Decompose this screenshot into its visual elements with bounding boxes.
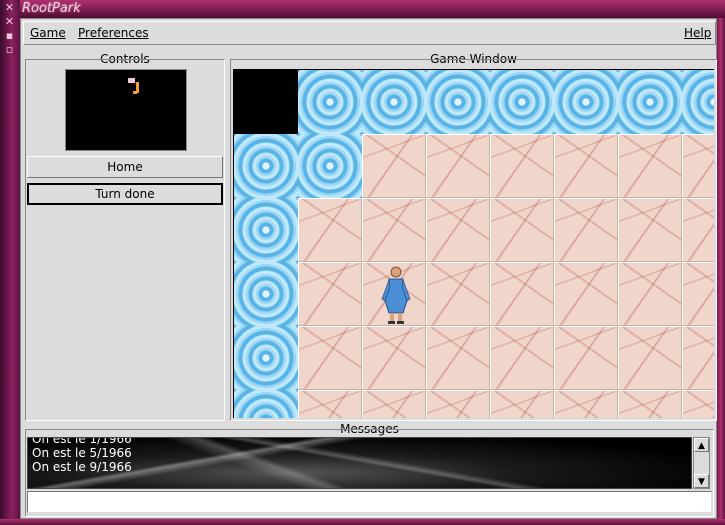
floor-tile[interactable] [618,262,682,326]
floor-tile[interactable] [362,390,426,418]
floor-tile[interactable] [490,390,554,418]
floor-tile[interactable] [426,198,490,262]
turn-done-button[interactable]: Turn done [27,183,223,205]
floor-tile[interactable] [298,198,362,262]
floor-tile[interactable] [682,198,714,262]
character-sprite[interactable] [379,265,413,325]
minimap[interactable] [65,69,187,151]
home-button[interactable]: Home [27,156,223,178]
maximize-icon[interactable]: ✕ [3,16,16,28]
close-icon[interactable]: ✕ [3,2,16,14]
water-tile[interactable] [234,326,298,390]
menu-bar: Game Preferences Help [23,21,716,45]
title-bar[interactable]: RootPark [0,0,725,18]
floor-tile[interactable] [682,262,714,326]
floor-tile[interactable] [618,198,682,262]
void-tile[interactable] [234,70,298,134]
water-tile[interactable] [682,70,714,134]
floor-tile[interactable] [490,326,554,390]
floor-tile[interactable] [682,134,714,198]
floor-tile[interactable] [426,134,490,198]
floor-tile[interactable] [618,326,682,390]
menu-game[interactable]: Game [30,26,66,40]
floor-tile[interactable] [298,326,362,390]
floor-tile[interactable] [426,390,490,418]
floor-tile[interactable] [362,198,426,262]
water-tile[interactable] [234,198,298,262]
window-frame-right [717,18,725,525]
floor-tile[interactable] [554,198,618,262]
window-title: RootPark [22,1,81,16]
water-tile[interactable] [234,262,298,326]
messages-log[interactable]: On est le 1/1966 On est le 5/1966 On est… [27,437,692,489]
scroll-down-icon[interactable]: ▼ [694,474,709,488]
command-input[interactable] [27,491,712,513]
floor-tile[interactable] [362,134,426,198]
floor-tile[interactable] [682,390,714,418]
floor-tile[interactable] [490,198,554,262]
menu-help[interactable]: Help [684,26,711,40]
floor-tile[interactable] [426,326,490,390]
floor-tile[interactable] [554,134,618,198]
minimap-path-end [133,91,137,94]
window-frame-left [0,0,20,525]
water-tile[interactable] [426,70,490,134]
floor-tile[interactable] [682,326,714,390]
water-tile[interactable] [298,70,362,134]
floor-tile[interactable] [554,326,618,390]
floor-tile[interactable] [362,326,426,390]
floor-tile[interactable] [618,390,682,418]
menu-icon[interactable]: ▫ [3,44,16,56]
floor-tile[interactable] [298,390,362,418]
app-client-area: Game Preferences Help Controls Home Turn… [20,18,717,519]
water-tile[interactable] [554,70,618,134]
minimap-marker [128,78,135,83]
floor-tile[interactable] [554,390,618,418]
message-line: On est le 5/1966 [32,446,132,460]
floor-tile[interactable] [298,262,362,326]
shade-icon[interactable]: ▪ [3,30,16,42]
scroll-up-icon[interactable]: ▲ [694,438,709,452]
floor-tile[interactable] [490,134,554,198]
water-tile[interactable] [234,134,298,198]
water-tile[interactable] [618,70,682,134]
water-tile[interactable] [362,70,426,134]
menu-preferences[interactable]: Preferences [78,26,149,40]
water-tile[interactable] [490,70,554,134]
water-tile[interactable] [298,134,362,198]
floor-tile[interactable] [490,262,554,326]
water-tile[interactable] [234,390,298,418]
message-line: On est le 9/1966 [32,460,132,474]
floor-tile[interactable] [554,262,618,326]
messages-scrollbar[interactable]: ▲ ▼ [693,437,710,489]
window-frame-bottom [0,519,725,525]
game-map[interactable] [233,69,714,418]
floor-tile[interactable] [426,262,490,326]
message-line: On est le 1/1966 [32,437,132,446]
floor-tile[interactable] [618,134,682,198]
